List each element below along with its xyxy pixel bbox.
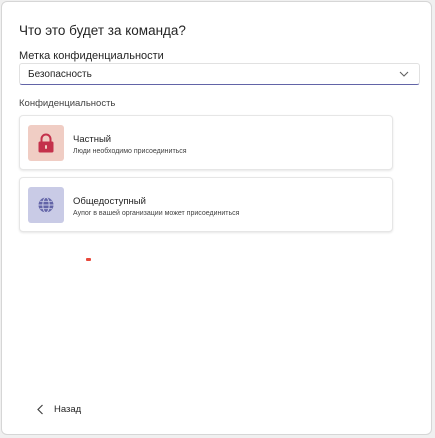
- privacy-section-label: Конфиденциальность: [19, 98, 116, 109]
- chevron-left-icon: [37, 404, 43, 415]
- chevron-down-icon: [399, 71, 409, 77]
- private-icon-tile: [28, 125, 64, 161]
- public-icon-tile: [28, 187, 64, 223]
- sensitivity-label: Метка конфиденциальности: [19, 50, 164, 62]
- back-label: Назад: [54, 404, 82, 415]
- red-marker: [86, 258, 91, 261]
- create-team-dialog: Что это будет за команда? Метка конфиден…: [1, 1, 432, 435]
- globe-icon: [38, 197, 54, 213]
- privacy-option-public[interactable]: Общедоступный Аупог в вашей организации …: [19, 177, 393, 232]
- back-button[interactable]: Назад: [36, 404, 81, 415]
- private-option-title: Частный: [73, 134, 112, 145]
- sensitivity-selected-value: Безопасность: [28, 68, 92, 80]
- public-option-title: Общедоступный: [73, 196, 146, 207]
- dialog-title: Что это будет за команда?: [19, 23, 186, 38]
- sensitivity-select[interactable]: Безопасность: [19, 63, 420, 85]
- lock-icon: [38, 133, 54, 153]
- privacy-option-private[interactable]: Частный Люди необходимо присоединиться: [19, 115, 393, 170]
- public-option-description: Аупог в вашей организации может присоеди…: [73, 210, 240, 217]
- private-option-description: Люди необходимо присоединиться: [73, 148, 187, 155]
